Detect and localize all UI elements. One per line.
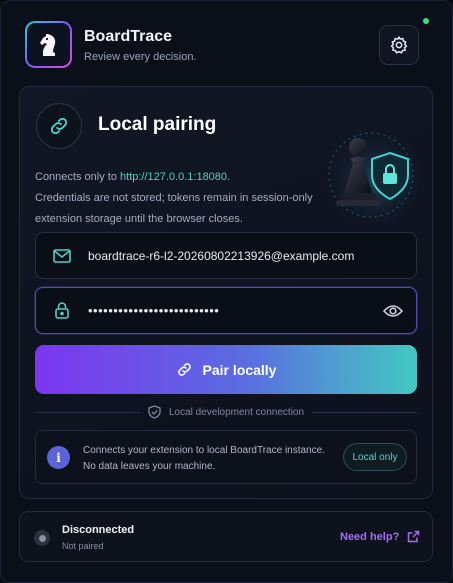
reveal-password-button[interactable] bbox=[370, 304, 416, 318]
link-icon bbox=[177, 363, 191, 376]
info-line-1: Connects your extension to local BoardTr… bbox=[83, 445, 325, 456]
info-banner: i Connects your extension to local Board… bbox=[35, 430, 417, 484]
divider-label: Local development connection bbox=[168, 406, 305, 418]
shield-check-icon bbox=[148, 405, 161, 419]
info-line-2: No data leaves your machine. bbox=[83, 461, 216, 472]
gear-icon bbox=[390, 36, 408, 54]
chess-knight-icon bbox=[39, 33, 55, 56]
password-value: •••••••••••••••••••••••••• bbox=[88, 303, 220, 318]
desc-line-3: extension storage until the browser clos… bbox=[35, 213, 243, 225]
status-indicator bbox=[34, 530, 50, 546]
need-help-link[interactable]: Need help? bbox=[340, 530, 420, 543]
info-text: Connects your extension to local BoardTr… bbox=[83, 443, 325, 475]
email-field[interactable]: boardtrace-r6-l2-20260802213926@example.… bbox=[35, 232, 417, 279]
card-title: Local pairing bbox=[98, 114, 217, 135]
extension-popup: BoardTrace Review every decision. Local … bbox=[0, 0, 453, 583]
mail-icon bbox=[53, 248, 71, 263]
password-field[interactable]: •••••••••••••••••••••••••• bbox=[35, 287, 417, 334]
pairing-description: Connects only to http://127.0.0.1:18080.… bbox=[35, 167, 325, 230]
connection-status-bar: Disconnected Not paired Need help? bbox=[19, 511, 433, 562]
help-label: Need help? bbox=[340, 530, 400, 543]
pairing-substatus: Not paired bbox=[62, 541, 104, 551]
external-link-icon bbox=[408, 530, 420, 543]
section-divider: Local development connection bbox=[35, 404, 417, 420]
connection-status: Disconnected bbox=[62, 524, 135, 536]
app-title: BoardTrace bbox=[84, 28, 173, 45]
desc-prefix: Connects only to bbox=[35, 171, 120, 183]
desc-line-2: Credentials are not stored; tokens remai… bbox=[35, 192, 313, 204]
pawn-shield-illustration bbox=[321, 125, 421, 223]
app-subtitle: Review every decision. bbox=[84, 51, 197, 63]
pairing-card: Local pairing Connects only to http://12… bbox=[19, 86, 433, 499]
pair-button-label: Pair locally bbox=[202, 361, 277, 378]
online-indicator bbox=[423, 18, 429, 24]
local-url-link[interactable]: http://127.0.0.1:18080 bbox=[120, 171, 227, 183]
settings-button[interactable] bbox=[379, 25, 419, 65]
app-logo bbox=[25, 21, 72, 68]
link-icon bbox=[50, 117, 68, 135]
local-only-badge: Local only bbox=[343, 443, 407, 471]
desc-suffix: . bbox=[227, 171, 231, 183]
pair-locally-button[interactable]: Pair locally bbox=[35, 345, 417, 394]
eye-icon bbox=[383, 304, 403, 317]
lock-icon bbox=[55, 302, 69, 319]
email-value: boardtrace-r6-l2-20260802213926@example.… bbox=[88, 248, 355, 263]
info-icon: i bbox=[47, 446, 70, 469]
link-badge bbox=[36, 103, 82, 149]
